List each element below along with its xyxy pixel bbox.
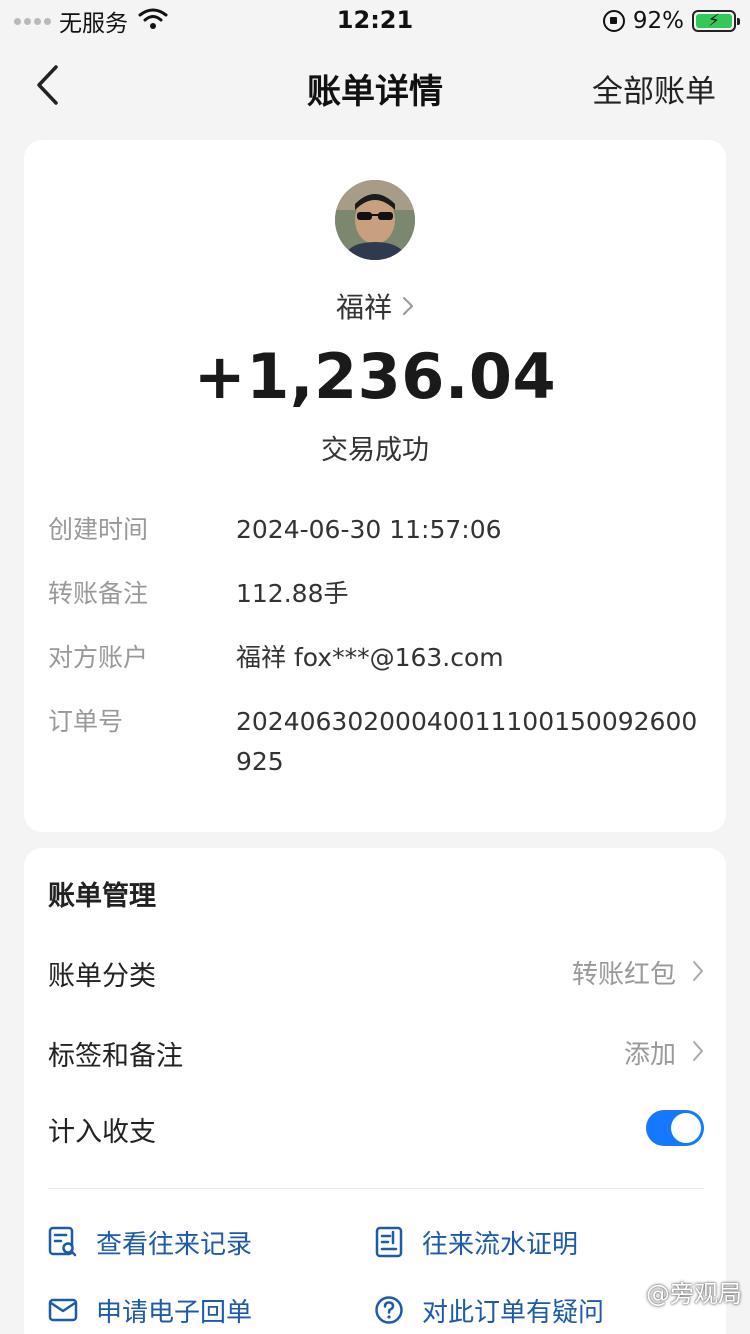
e-receipt-button[interactable]: 申请电子回单 — [48, 1288, 252, 1332]
detail-label: 转账备注 — [48, 579, 149, 608]
chevron-left-icon — [37, 65, 58, 105]
detail-value: 2024-06-30 11:57:06 — [236, 515, 502, 544]
detail-label: 订单号 — [48, 707, 124, 736]
bill-category-value: 转账红包 — [571, 960, 676, 990]
detail-value: 福祥 fox***@163.com — [236, 643, 504, 672]
view-history-button[interactable]: 查看往来记录 — [48, 1220, 252, 1264]
battery-percent: 92% — [632, 8, 684, 34]
bill-summary-card: 福祥 +1,236.04 交易成功 创建时间 2024-06-30 11:57:… — [24, 140, 726, 832]
statement-proof-label: 往来流水证明 — [422, 1229, 579, 1260]
status-bar: 无服务 12:21 92% ⚡ — [0, 0, 750, 44]
include-in-budget-toggle[interactable] — [646, 1110, 704, 1146]
e-receipt-label: 申请电子回单 — [96, 1297, 253, 1328]
bill-category-label: 账单分类 — [48, 961, 156, 992]
include-in-budget-label: 计入收支 — [48, 1117, 156, 1148]
status-right: 92% ⚡ — [602, 6, 740, 36]
watermark: @旁观局 — [646, 1280, 742, 1308]
include-in-budget-row: 计入收支 — [48, 1110, 704, 1160]
all-bills-link[interactable]: 全部账单 — [592, 66, 716, 111]
tags-notes-row[interactable]: 标签和备注 添加 — [48, 1028, 704, 1078]
chevron-right-icon — [403, 297, 413, 315]
divider — [48, 1188, 704, 1189]
view-history-label: 查看往来记录 — [96, 1229, 253, 1260]
back-button[interactable] — [26, 62, 70, 108]
toggle-knob — [671, 1113, 701, 1143]
detail-value: 112.88手 — [236, 579, 349, 608]
question-icon — [375, 1296, 403, 1324]
detail-label: 对方账户 — [48, 643, 149, 672]
statement-proof-button[interactable]: 往来流水证明 — [374, 1220, 578, 1264]
chevron-right-icon — [693, 1041, 703, 1061]
statement-icon — [375, 1226, 403, 1258]
rotation-lock-icon — [602, 10, 625, 32]
counterpart-link[interactable]: 福祥 — [24, 286, 726, 326]
counterpart-name: 福祥 — [335, 291, 392, 324]
tags-notes-value: 添加 — [623, 1040, 676, 1070]
chevron-right-icon — [693, 961, 703, 981]
detail-value[interactable]: 20240630200040011100150092600925 — [236, 702, 706, 782]
transaction-status: 交易成功 — [321, 435, 429, 466]
mail-icon — [48, 1298, 78, 1322]
bill-management-card: 账单管理 账单分类 转账红包 标签和备注 添加 计入收支 查看往来记录 往来流水… — [24, 848, 726, 1334]
bill-category-row[interactable]: 账单分类 转账红包 — [48, 948, 704, 998]
avatar[interactable] — [335, 180, 415, 260]
order-question-button[interactable]: 对此订单有疑问 — [374, 1288, 604, 1332]
nav-bar: 账单详情 全部账单 — [0, 50, 750, 120]
tags-notes-label: 标签和备注 — [48, 1041, 183, 1072]
record-search-icon — [48, 1226, 77, 1257]
battery-icon: ⚡ — [692, 10, 740, 32]
order-question-label: 对此订单有疑问 — [422, 1297, 605, 1328]
section-title: 账单管理 — [48, 881, 156, 912]
amount: +1,236.04 — [193, 340, 557, 413]
detail-label: 创建时间 — [48, 515, 149, 544]
